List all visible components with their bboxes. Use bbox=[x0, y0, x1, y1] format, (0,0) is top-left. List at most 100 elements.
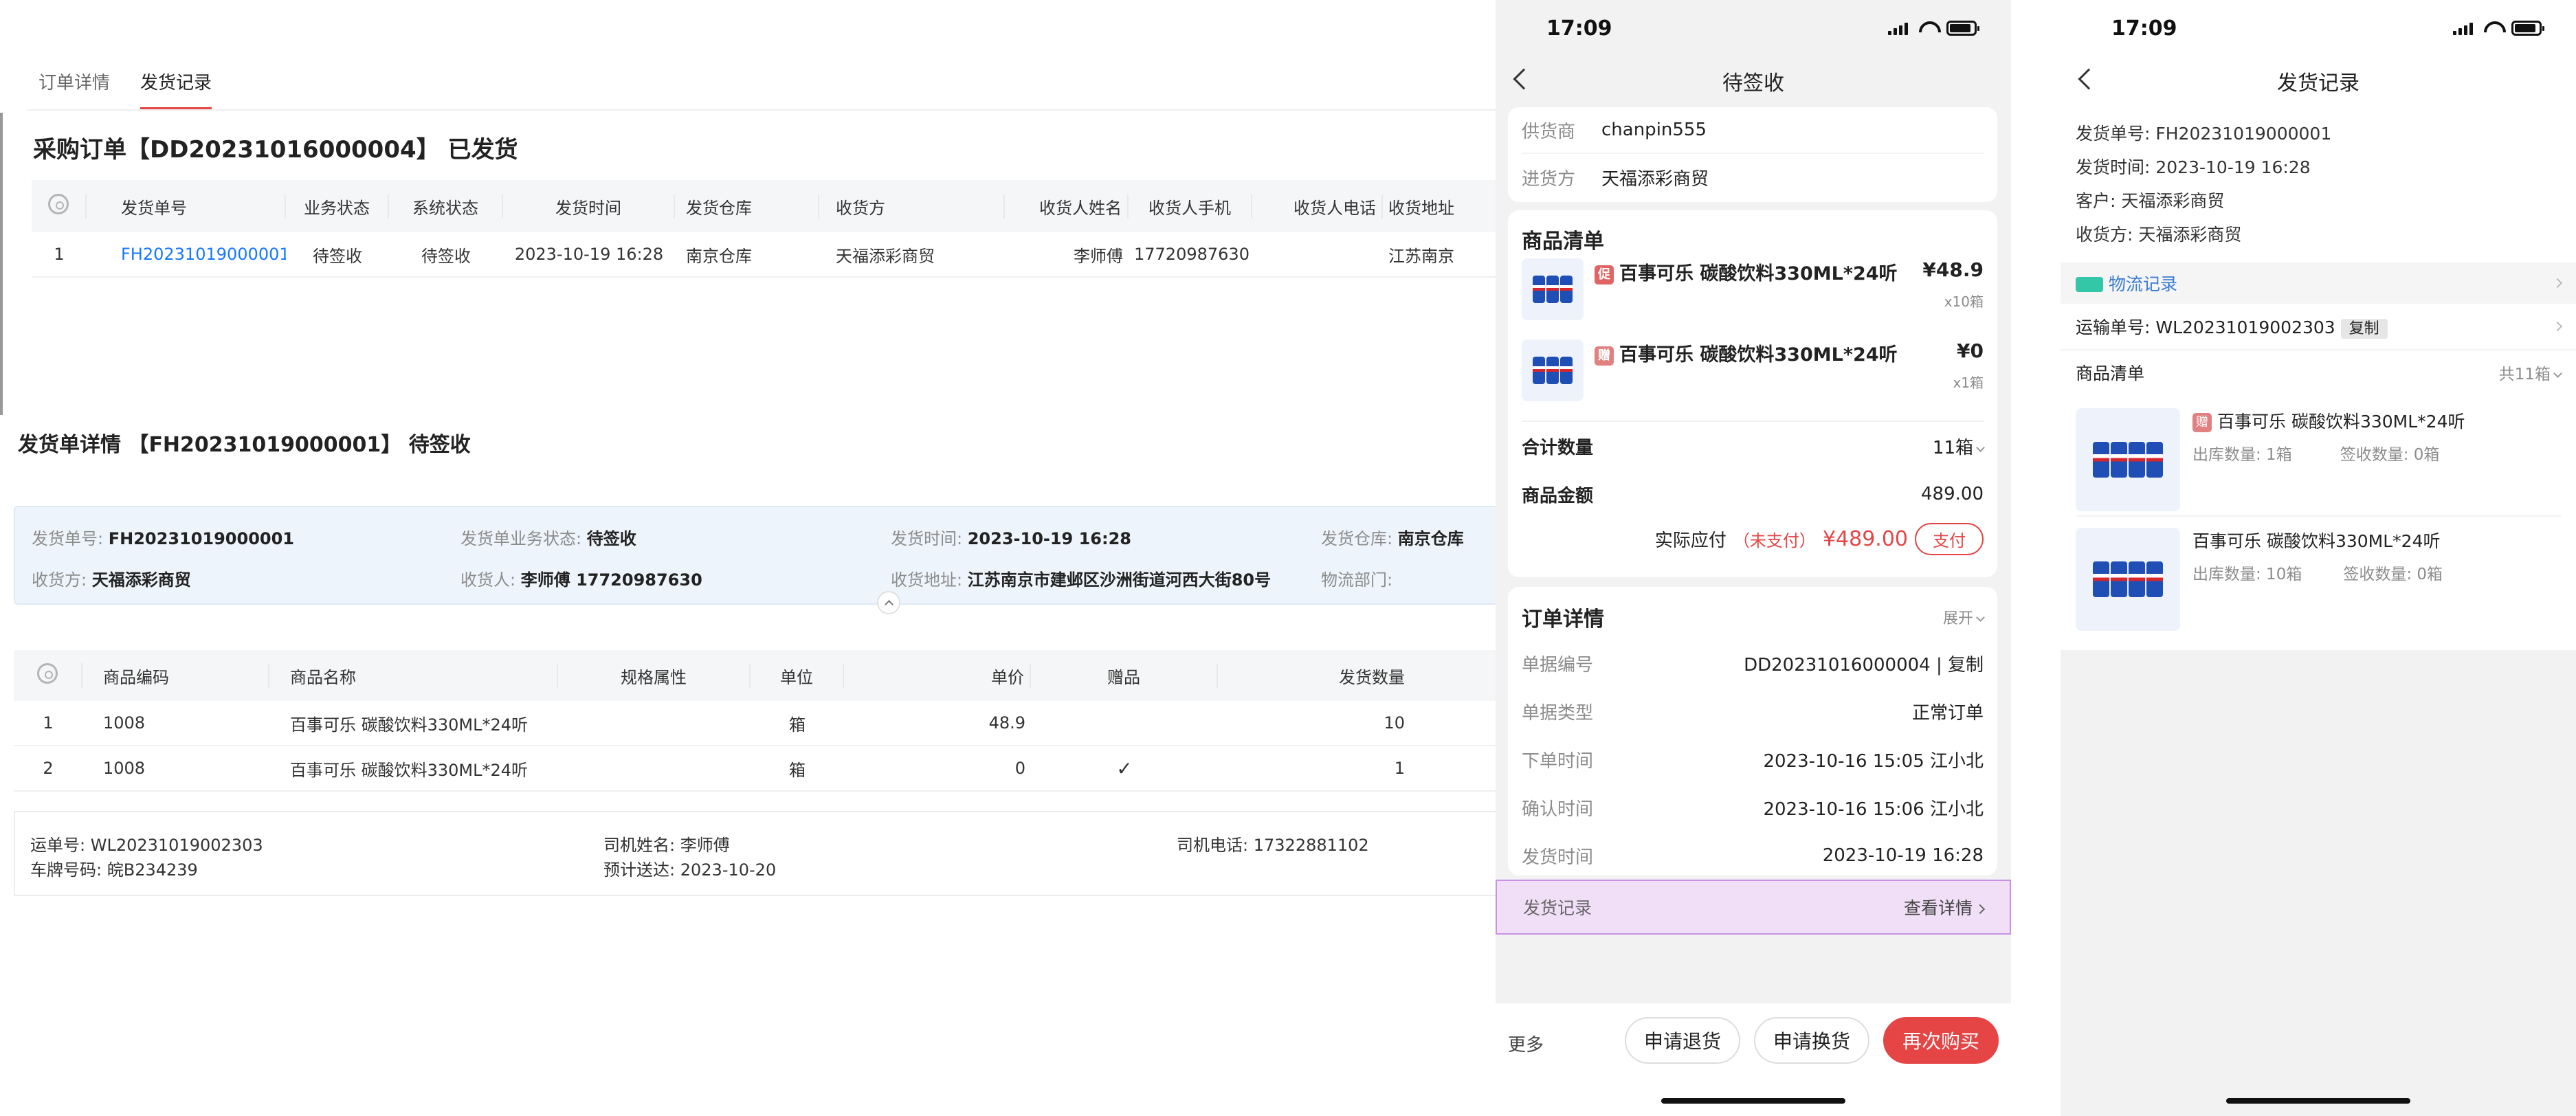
goods-unit: 箱 bbox=[789, 760, 806, 780]
order-detail-card: 订单详情 展开 单据编号 DD20231016000004 | 复制 单据类型 … bbox=[1508, 587, 1997, 875]
expand-toggle[interactable]: 展开 bbox=[1943, 606, 1985, 628]
waybill-row[interactable]: 运输单号: WL20231019002303 复制 bbox=[2061, 304, 2576, 349]
status-icons bbox=[1888, 21, 1979, 36]
eta-info: 预计送达: 2023-10-20 bbox=[603, 860, 777, 880]
detail-row: 下单时间 2023-10-16 15:05 江小北 bbox=[1522, 735, 1984, 783]
payable-label: 实际应付 bbox=[1654, 530, 1726, 551]
shipment-link[interactable]: FH20231019000001 bbox=[87, 245, 286, 264]
shipping-record-link[interactable]: 发货记录 查看详情 bbox=[1496, 880, 2011, 935]
table-row[interactable]: 1 FH20231019000001 待签收 待签收 2023-10-19 16… bbox=[32, 232, 1498, 278]
detail-value[interactable]: DD20231016000004 | 复制 bbox=[1744, 651, 1984, 676]
column-header: 发货单号 bbox=[87, 194, 286, 219]
goods-item-price-block: ¥48.9 x10箱 bbox=[1922, 258, 1984, 339]
gear-icon[interactable] bbox=[37, 663, 58, 684]
item-name: 百事可乐 碳酸饮料330ML*24听 bbox=[2192, 531, 2441, 551]
detail-label: 单据类型 bbox=[1522, 702, 1594, 724]
tab-order-detail[interactable]: 订单详情 bbox=[38, 69, 110, 110]
detail-label: 下单时间 bbox=[1522, 750, 1594, 772]
item-name: 赠百事可乐 碳酸饮料330ML*24听 bbox=[2192, 408, 2561, 433]
ship-no: 发货单号: FH20231019000001 bbox=[2076, 124, 2332, 144]
goods-item-qty: x1箱 bbox=[1953, 375, 1984, 391]
column-header: 收货人手机 bbox=[1129, 194, 1252, 219]
supplier-value: chanpin555 bbox=[1601, 120, 1707, 140]
order-detail-header: 订单详情 展开 bbox=[1522, 595, 1985, 639]
tab-divider bbox=[27, 109, 1498, 111]
detail-row: 单据编号 DD20231016000004 | 复制 bbox=[1522, 639, 1984, 687]
buyer-value: 天福添彩商贸 bbox=[1601, 168, 1709, 190]
status-icons bbox=[2453, 21, 2544, 36]
detail-row: 单据类型 正常订单 bbox=[1522, 687, 1984, 735]
address: 江苏南京 bbox=[1388, 246, 1454, 266]
table-row[interactable]: 1 1008 百事可乐 碳酸饮料330ML*24听 箱 48.9 10 bbox=[14, 701, 1498, 746]
amount-row: 商品金额 489.00 bbox=[1522, 470, 1984, 518]
supplier-label: 供货商 bbox=[1522, 121, 1576, 142]
column-header: 规格属性 bbox=[558, 663, 751, 688]
left-edge-bar bbox=[0, 113, 3, 415]
table-row[interactable]: 2 1008 百事可乐 碳酸饮料330ML*24听 箱 0 ✓ 1 bbox=[14, 746, 1498, 792]
out-qty: 出库数量: 10箱 bbox=[2192, 566, 2302, 583]
goods-item[interactable]: 赠百事可乐 碳酸饮料330ML*24听 ¥0 x1箱 bbox=[1522, 339, 1984, 422]
contact-name: 李师傅 bbox=[1074, 246, 1123, 266]
back-icon[interactable] bbox=[1513, 68, 1535, 90]
goods-header-row[interactable]: 商品清单 共11箱 bbox=[2061, 349, 2576, 394]
bottom-action-bar: 更多 申请退货 申请换货 再次购买 bbox=[1496, 1003, 2011, 1116]
logistics-record-link[interactable]: 物流记录 bbox=[2076, 271, 2177, 295]
party-card: 供货商 chanpin555 进货方 天福添彩商贸 bbox=[1508, 107, 1997, 202]
detail-label: 发货时间 bbox=[1522, 847, 1594, 868]
chevron-up-icon bbox=[885, 600, 893, 609]
signal-icon bbox=[1888, 21, 1908, 35]
goods-item-price-block: ¥0 x1箱 bbox=[1953, 339, 1984, 421]
exchange-button[interactable]: 申请换货 bbox=[1753, 1017, 1869, 1064]
tab-bar: 订单详情 发货记录 bbox=[38, 69, 212, 110]
gear-icon[interactable] bbox=[48, 194, 69, 214]
action-buttons: 申请退货 申请换货 再次购买 bbox=[1624, 1017, 1999, 1064]
goods-code: 1008 bbox=[103, 713, 146, 733]
biz-status: 待签收 bbox=[313, 246, 362, 266]
column-settings[interactable] bbox=[14, 663, 82, 688]
sign-qty: 签收数量: 0箱 bbox=[2343, 566, 2443, 583]
list-item[interactable]: 百事可乐 碳酸饮料330ML*24听 出库数量: 10箱 签收数量: 0箱 bbox=[2076, 517, 2561, 635]
collapse-button[interactable] bbox=[877, 591, 900, 614]
pay-button[interactable]: 支付 bbox=[1915, 522, 1984, 555]
goods-price: 0 bbox=[1014, 759, 1025, 778]
chevron-down-icon bbox=[1976, 443, 1985, 452]
copy-button[interactable]: 复制 bbox=[2340, 319, 2388, 339]
gift-badge: 赠 bbox=[1595, 346, 1614, 366]
more-button[interactable]: 更多 bbox=[1508, 1031, 1544, 1056]
info-ship-time: 发货时间: 2023-10-19 16:28 bbox=[891, 529, 1131, 548]
back-icon[interactable] bbox=[2078, 68, 2100, 90]
detail-row: 确认时间 2023-10-16 15:06 江小北 bbox=[1522, 783, 1984, 832]
warehouse: 南京仓库 bbox=[686, 246, 752, 266]
order-title: 采购订单【DD20231016000004】 已发货 bbox=[33, 136, 518, 164]
payable-row: 实际应付 （未支付） ¥489.00 支付 bbox=[1522, 518, 1984, 559]
shipping-record-label: 发货记录 bbox=[1523, 898, 1592, 918]
item-info: 百事可乐 碳酸饮料330ML*24听 出库数量: 10箱 签收数量: 0箱 bbox=[2180, 528, 2561, 635]
payable-value: ¥489.00 bbox=[1822, 526, 1908, 551]
rebuy-button[interactable]: 再次购买 bbox=[1883, 1017, 1999, 1064]
battery-icon bbox=[1946, 21, 1979, 36]
sys-status: 待签收 bbox=[421, 246, 471, 266]
view-detail-link[interactable]: 查看详情 bbox=[1904, 895, 1986, 919]
page-title: 待签收 bbox=[1722, 71, 1784, 96]
product-image bbox=[2076, 408, 2180, 511]
total-qty-row[interactable]: 合计数量 11箱 bbox=[1522, 422, 1985, 470]
phone-order-detail: 17:09 待签收 供货商 chanpin555 进货方 天福添彩商贸 商品清单… bbox=[1496, 0, 2011, 1116]
plate-info: 车牌号码: 皖B234239 bbox=[30, 860, 198, 880]
logistics-record-row[interactable]: 物流记录 bbox=[2061, 263, 2576, 304]
return-button[interactable]: 申请退货 bbox=[1624, 1017, 1740, 1064]
amount-value: 489.00 bbox=[1921, 484, 1984, 504]
column-header: 单位 bbox=[751, 663, 844, 688]
out-qty: 出库数量: 1箱 bbox=[2192, 446, 2292, 464]
goods-item[interactable]: 促百事可乐 碳酸饮料330ML*24听 ¥48.9 x10箱 bbox=[1522, 258, 1984, 339]
chevron-right-icon bbox=[2552, 278, 2563, 289]
status-bar: 17:09 bbox=[2061, 0, 2576, 56]
column-settings[interactable] bbox=[32, 194, 87, 219]
detail-title: 发货单详情 【FH20231019000001】 待签收 bbox=[18, 433, 471, 457]
column-header: 收货人姓名 bbox=[1005, 194, 1129, 219]
tab-shipping-records[interactable]: 发货记录 bbox=[140, 69, 212, 110]
sign-qty: 签收数量: 0箱 bbox=[2340, 446, 2440, 464]
gift-badge: 赠 bbox=[2192, 413, 2212, 432]
list-item[interactable]: 赠百事可乐 碳酸饮料330ML*24听 出库数量: 1箱 签收数量: 0箱 bbox=[2076, 399, 2561, 517]
info-contact: 收货人: 李师傅 17720987630 bbox=[460, 570, 702, 590]
info-logistics: 物流部门: bbox=[1321, 570, 1393, 590]
